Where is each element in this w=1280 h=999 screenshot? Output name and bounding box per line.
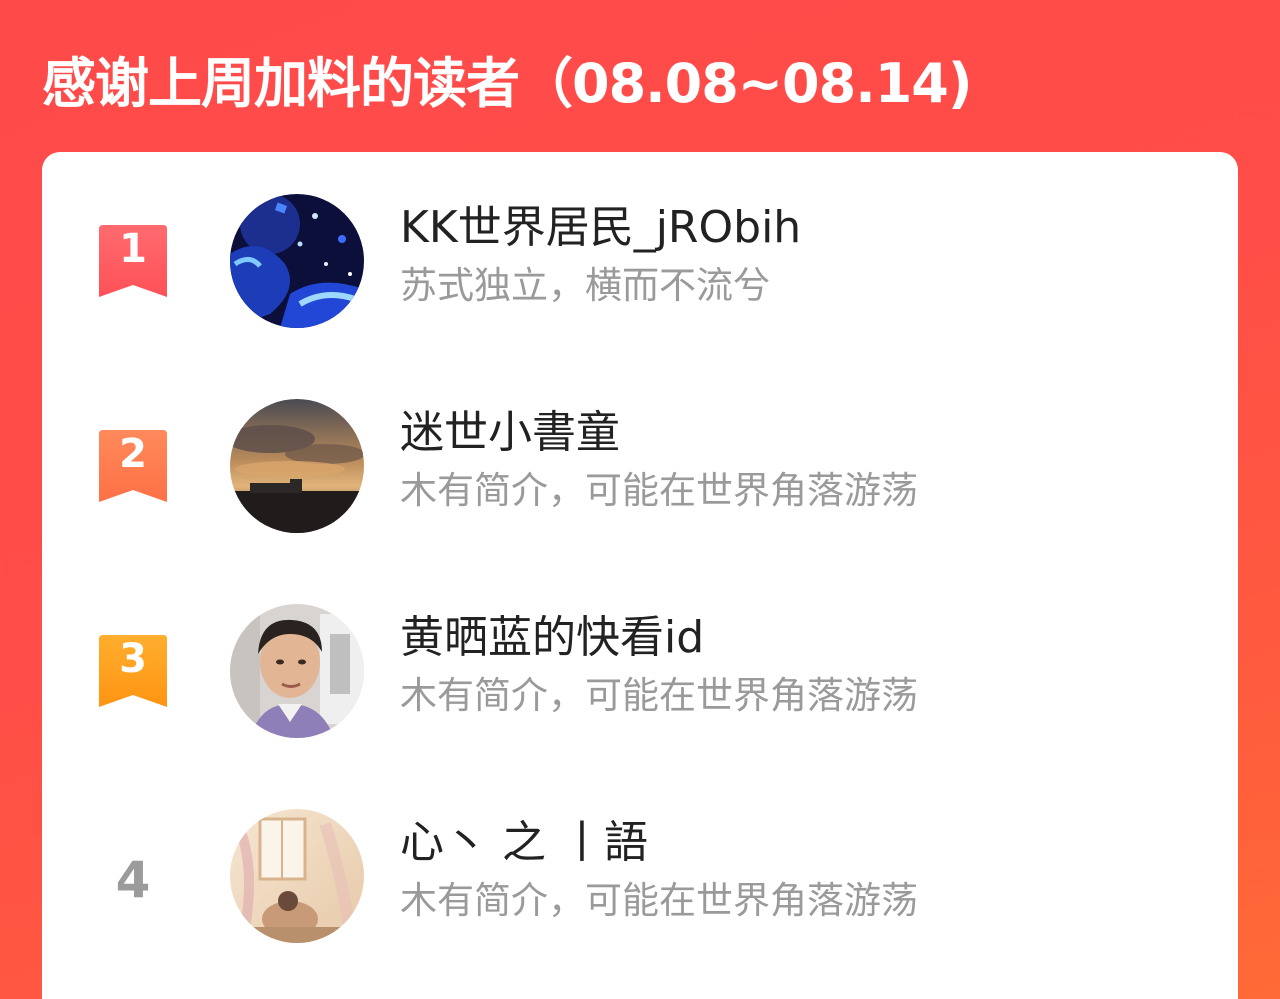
- avatar-illustration-icon: [230, 809, 364, 943]
- rank-badge-2: 2: [99, 430, 167, 502]
- avatar[interactable]: [230, 194, 364, 328]
- reader-row-4[interactable]: 4 心丶 之 丨語 木有简介，可能在世界角落游荡: [42, 807, 1238, 947]
- reader-name: 心丶 之 丨語: [400, 817, 648, 868]
- reader-bio: 木有简介，可能在世界角落游荡: [400, 469, 918, 512]
- reader-row-3[interactable]: 3 黄晒蓝的快看id 木有简介，可能在世界角落游荡: [42, 602, 1238, 742]
- reader-name: 迷世小書童: [400, 407, 620, 458]
- page-title: 感谢上周加料的读者（08.08~08.14): [42, 52, 973, 115]
- reader-row-1[interactable]: 1 KK世界居民_jRObih 苏式独立，横而不流兮: [42, 192, 1238, 332]
- rank-number: 2: [119, 431, 147, 477]
- avatar-portrait-icon: [230, 604, 364, 738]
- avatar-starry-night-icon: [230, 194, 364, 328]
- rank-badge-1: 1: [99, 225, 167, 297]
- rank-number: 1: [119, 226, 147, 272]
- rank-number: 3: [119, 636, 147, 682]
- avatar-sunset-clouds-icon: [230, 399, 364, 533]
- avatar[interactable]: [230, 809, 364, 943]
- reader-ranking-card: 1 KK世界居民_jRObih 苏式独立，横而不流兮 2 迷世小書童 木有简介，…: [42, 152, 1238, 999]
- reader-bio: 木有简介，可能在世界角落游荡: [400, 674, 918, 717]
- reader-name: 黄晒蓝的快看id: [400, 612, 705, 663]
- avatar[interactable]: [230, 399, 364, 533]
- reader-bio: 苏式独立，横而不流兮: [400, 264, 770, 307]
- reader-name: KK世界居民_jRObih: [400, 202, 802, 253]
- rank-number: 4: [115, 851, 151, 909]
- avatar[interactable]: [230, 604, 364, 738]
- rank-badge-3: 3: [99, 635, 167, 707]
- reader-row-2[interactable]: 2 迷世小書童 木有简介，可能在世界角落游荡: [42, 397, 1238, 537]
- reader-bio: 木有简介，可能在世界角落游荡: [400, 879, 918, 922]
